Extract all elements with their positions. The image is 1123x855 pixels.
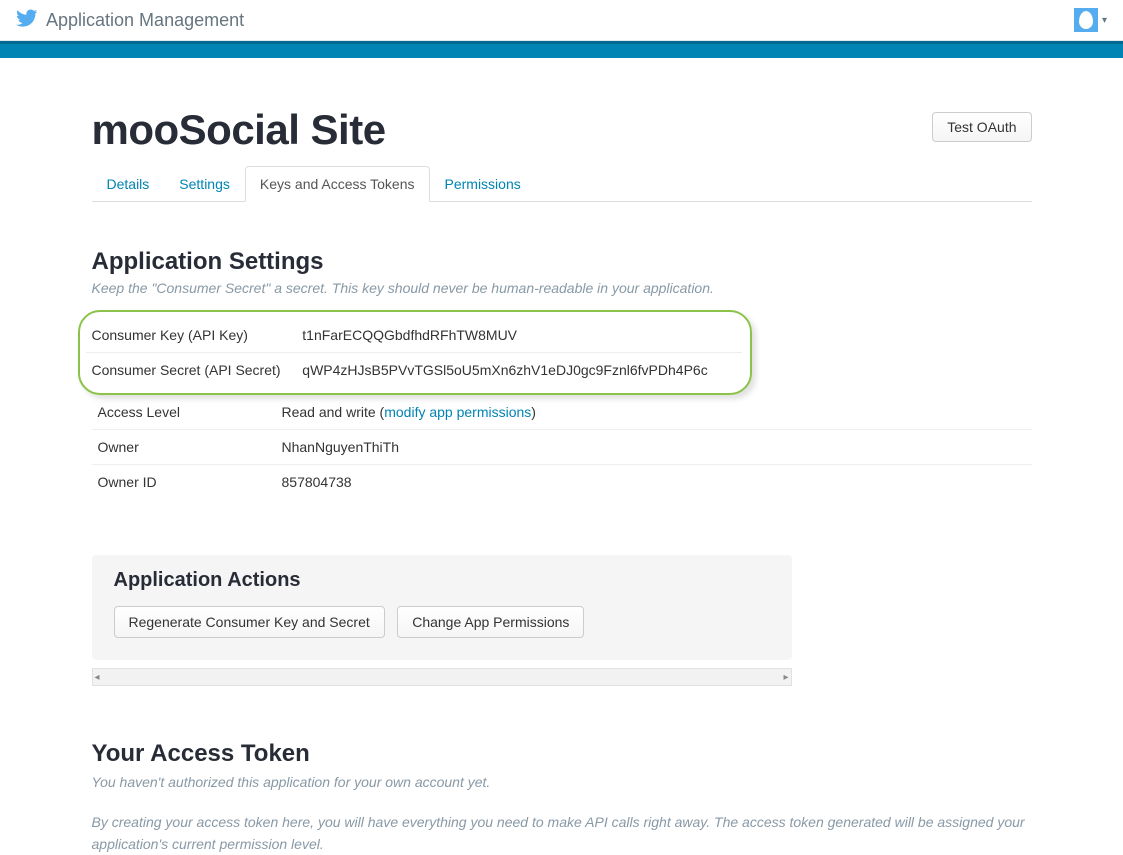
consumer-secret-value: qWP4zHJsB5PVvTGSl5oU5mXn6zhV1eDJ0gc9Fznl… [302,353,741,388]
owner-id-label: Owner ID [92,465,282,500]
access-level-suffix: ) [531,404,536,420]
change-permissions-button[interactable]: Change App Permissions [397,606,584,638]
horizontal-scrollbar[interactable]: ◂ ▸ [92,668,792,686]
app-settings-title: Application Settings [92,248,1032,276]
test-oauth-button[interactable]: Test OAuth [932,112,1031,142]
table-row: Owner ID 857804738 [92,465,1032,500]
access-level-label: Access Level [92,395,282,430]
access-token-desc2: By creating your access token here, you … [92,812,1032,855]
owner-label: Owner [92,430,282,465]
access-token-title: Your Access Token [92,740,1032,768]
twitter-bird-icon [16,7,38,34]
api-keys-highlight: Consumer Key (API Key) t1nFarECQQGbdfhdR… [78,310,752,395]
app-title: mooSocial Site [92,106,386,154]
table-row: Consumer Key (API Key) t1nFarECQQGbdfhdR… [86,318,742,353]
consumer-key-label: Consumer Key (API Key) [86,318,303,353]
api-keys-table: Consumer Key (API Key) t1nFarECQQGbdfhdR… [86,318,742,387]
egg-icon [1079,11,1093,29]
tab-settings[interactable]: Settings [164,166,245,202]
brand-title[interactable]: Application Management [46,10,244,31]
app-settings-table: Access Level Read and write (modify app … [92,395,1032,499]
access-token-desc1: You haven't authorized this application … [92,774,1032,790]
modify-permissions-link[interactable]: modify app permissions [384,404,531,420]
access-level-value: Read and write (modify app permissions) [282,395,1032,430]
app-settings-desc: Keep the "Consumer Secret" a secret. Thi… [92,280,1032,296]
owner-value: NhanNguyenThiTh [282,430,1032,465]
table-row: Access Level Read and write (modify app … [92,395,1032,430]
user-menu[interactable]: ▾ [1074,8,1107,32]
tab-keys[interactable]: Keys and Access Tokens [245,166,430,202]
tabs: Details Settings Keys and Access Tokens … [92,166,1032,202]
topbar: Application Management ▾ [0,0,1123,41]
access-level-prefix: Read and write ( [282,404,385,420]
actions-title: Application Actions [114,569,770,592]
tab-permissions[interactable]: Permissions [430,166,536,202]
actions-panel: Application Actions Regenerate Consumer … [92,555,792,660]
avatar [1074,8,1098,32]
tab-details[interactable]: Details [92,166,165,202]
table-row: Owner NhanNguyenThiTh [92,430,1032,465]
scroll-right-icon[interactable]: ▸ [783,672,788,683]
table-row: Consumer Secret (API Secret) qWP4zHJsB5P… [86,353,742,388]
regenerate-keys-button[interactable]: Regenerate Consumer Key and Secret [114,606,385,638]
page-header: mooSocial Site Test OAuth [92,106,1032,154]
owner-id-value: 857804738 [282,465,1032,500]
consumer-key-value: t1nFarECQQGbdfhdRFhTW8MUV [302,318,741,353]
accent-bar [0,41,1123,58]
topbar-left: Application Management [16,7,244,34]
consumer-secret-label: Consumer Secret (API Secret) [86,353,303,388]
scroll-left-icon[interactable]: ◂ [95,672,100,683]
actions-panel-wrap: Application Actions Regenerate Consumer … [92,555,792,686]
caret-down-icon: ▾ [1102,15,1107,26]
